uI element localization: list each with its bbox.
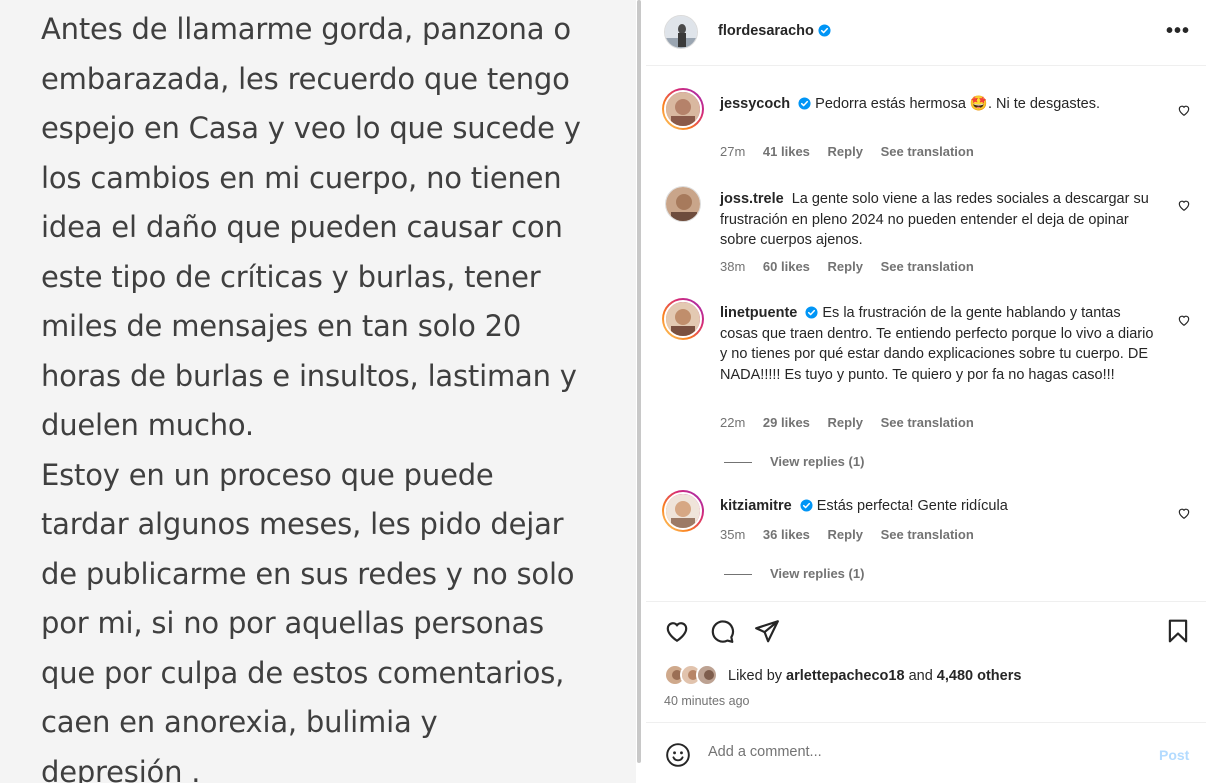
commenter-avatar[interactable] — [662, 490, 704, 532]
emoji-picker-icon[interactable] — [665, 742, 691, 768]
comment-likes[interactable]: 36 likes — [763, 527, 810, 542]
post-timestamp[interactable]: 40 minutes ago — [664, 694, 749, 708]
post-text-line: los cambios en mi cuerpo, no tienen — [41, 160, 562, 195]
share-send-icon[interactable] — [754, 618, 780, 644]
comment-text: kitziamitre Estás perfecta! Gente ridícu… — [720, 496, 1160, 517]
verified-badge-icon — [805, 306, 818, 319]
view-replies-button[interactable]: View replies (1) — [724, 566, 864, 581]
post-text-line: que por culpa de estos comentarios, — [41, 655, 565, 690]
comment-meta: 38m 60 likes Reply See translation — [720, 259, 988, 274]
like-comment-heart-icon[interactable] — [1177, 313, 1191, 327]
comment-likes[interactable]: 29 likes — [763, 415, 810, 430]
post-image: Antes de llamarme gorda, panzona o embar… — [0, 0, 636, 783]
comment-content: Pedorra estás hermosa 🤩. Ni te desgastes… — [815, 96, 1100, 112]
post-text-line: espejo en Casa y veo lo que sucede y — [41, 111, 581, 145]
replies-divider — [724, 462, 752, 464]
comment-content: Estás perfecta! Gente ridícula — [816, 498, 1008, 514]
author-avatar[interactable] — [664, 15, 698, 49]
reply-button[interactable]: Reply — [828, 415, 863, 430]
post-text-line: horas de burlas e insultos, lastiman y — [41, 358, 577, 393]
commenter-avatar[interactable] — [662, 88, 704, 130]
post-text-line: de publicarme en sus redes y no solo — [41, 556, 575, 591]
view-replies-label[interactable]: View replies (1) — [770, 566, 864, 581]
comment-time: 35m — [720, 527, 746, 542]
comment-likes[interactable]: 41 likes — [763, 144, 810, 159]
comment-time: 38m — [720, 259, 746, 274]
like-heart-icon[interactable] — [664, 618, 690, 644]
liked-by-prefix: Liked by — [728, 668, 783, 684]
post-text-line: caen en anorexia, bulimia y — [41, 705, 438, 739]
save-bookmark-icon[interactable] — [1165, 618, 1191, 644]
comment-likes[interactable]: 60 likes — [763, 259, 810, 274]
post-text-line: idea el daño que pueden causar con — [41, 210, 563, 244]
add-comment-divider — [646, 722, 1206, 723]
like-comment-heart-icon[interactable] — [1177, 103, 1191, 117]
view-replies-button[interactable]: View replies (1) — [724, 454, 864, 469]
post-side-panel: flordesaracho ••• jessycoch Pedorra está… — [646, 0, 1206, 783]
post-text-line: depresión . — [41, 754, 201, 783]
liked-by-joiner: and — [908, 668, 933, 684]
post-text-line: Estoy en un proceso que puede — [41, 457, 494, 492]
liked-by-summary: Liked by arlettepacheco18 and 4,480 othe… — [728, 668, 1021, 684]
post-comment-button[interactable]: Post — [1159, 747, 1189, 763]
like-comment-heart-icon[interactable] — [1177, 198, 1191, 212]
comment-text: joss.trele La gente solo viene a las red… — [720, 189, 1160, 251]
see-translation-link[interactable]: See translation — [881, 527, 974, 542]
verified-badge-icon — [798, 97, 811, 110]
liked-by-user-link[interactable]: arlettepacheco18 — [786, 668, 904, 684]
comment-time: 27m — [720, 144, 746, 159]
more-options-icon[interactable]: ••• — [1166, 21, 1190, 41]
verified-badge-icon — [818, 24, 831, 37]
post-text-line: duelen mucho. — [41, 408, 254, 442]
liked-by-others-link[interactable]: 4,480 others — [937, 668, 1022, 684]
author-username-text[interactable]: flordesaracho — [718, 23, 814, 39]
comment-bubble-icon[interactable] — [709, 618, 735, 644]
actions-divider — [646, 601, 1206, 602]
comment-time: 22m — [720, 415, 746, 430]
liker-avatar — [696, 664, 718, 686]
comment-text: jessycoch Pedorra estás hermosa 🤩. Ni te… — [720, 94, 1160, 115]
comment-meta: 35m 36 likes Reply See translation — [720, 527, 988, 542]
post-text-line: por mi, si no por aquellas personas — [41, 606, 544, 640]
commenter-username[interactable]: linetpuente — [720, 305, 797, 321]
comment-meta: 27m 41 likes Reply See translation — [720, 144, 988, 159]
post-text-line: este tipo de críticas y burlas, tener — [41, 259, 541, 294]
comment-text: linetpuente Es la frustración de la gent… — [720, 303, 1160, 385]
post-text-line: Antes de llamarme gorda, panzona o — [41, 12, 571, 46]
commenter-username[interactable]: jessycoch — [720, 96, 790, 112]
verified-badge-icon — [800, 499, 813, 512]
reply-button[interactable]: Reply — [828, 527, 863, 542]
commenter-username[interactable]: joss.trele — [720, 191, 784, 207]
author-username[interactable]: flordesaracho — [718, 23, 831, 39]
comment-content: La gente solo viene a las redes sociales… — [720, 191, 1149, 248]
scrollbar-thumb[interactable] — [637, 0, 641, 763]
commenter-username[interactable]: kitziamitre — [720, 498, 792, 514]
post-text-line: miles de mensajes en tan solo 20 — [41, 309, 522, 343]
replies-divider — [724, 574, 752, 576]
post-header: flordesaracho ••• — [646, 0, 1206, 66]
reply-button[interactable]: Reply — [828, 259, 863, 274]
like-comment-heart-icon[interactable] — [1177, 506, 1191, 520]
post-image-text: Antes de llamarme gorda, panzona o embar… — [41, 5, 621, 783]
commenter-avatar[interactable] — [665, 186, 701, 222]
post-text-line: tardar algunos meses, les pido dejar — [41, 507, 564, 541]
commenter-avatar[interactable] — [662, 298, 704, 340]
see-translation-link[interactable]: See translation — [881, 415, 974, 430]
reply-button[interactable]: Reply — [828, 144, 863, 159]
add-comment-input[interactable] — [708, 744, 1128, 760]
see-translation-link[interactable]: See translation — [881, 259, 974, 274]
view-replies-label[interactable]: View replies (1) — [770, 454, 864, 469]
comment-meta: 22m 29 likes Reply See translation — [720, 415, 988, 430]
post-text-line: embarazada, les recuerdo que tengo — [41, 61, 570, 96]
see-translation-link[interactable]: See translation — [881, 144, 974, 159]
